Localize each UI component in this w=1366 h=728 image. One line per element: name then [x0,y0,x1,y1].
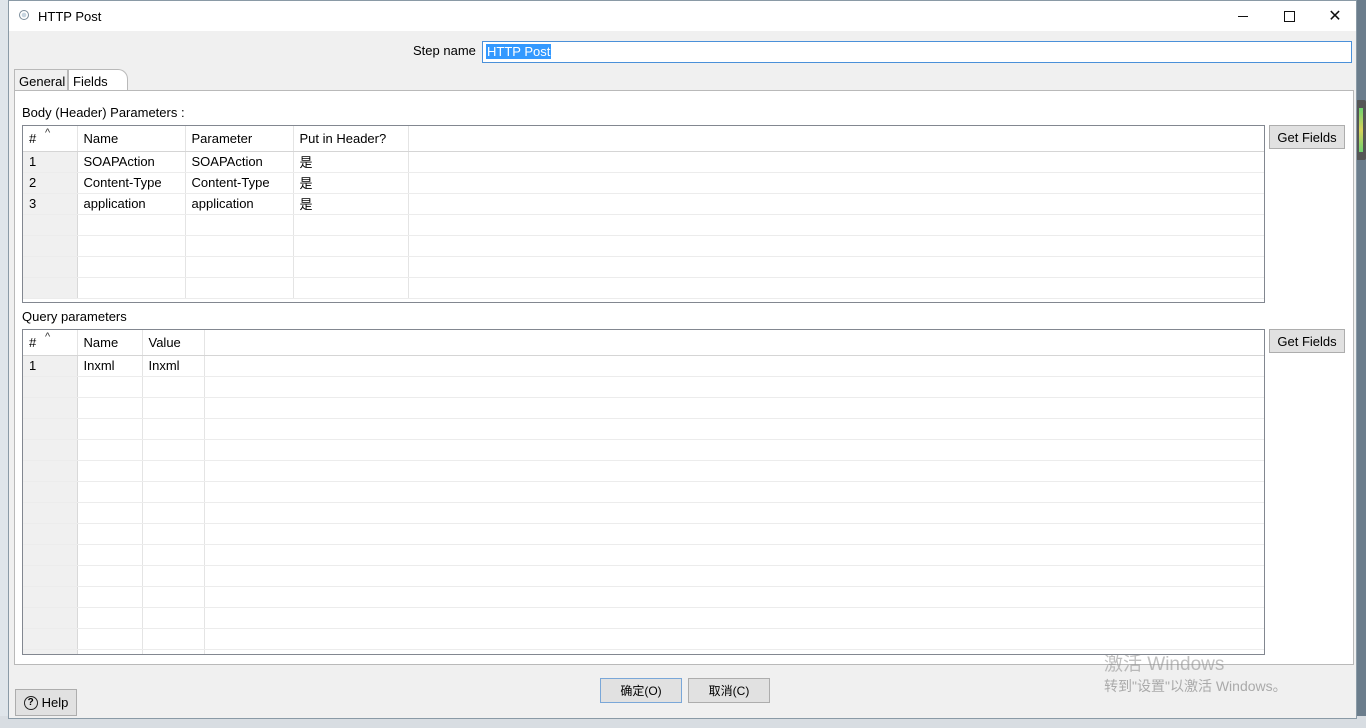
empty-row[interactable] [23,277,1264,299]
close-button[interactable]: ✕ [1312,1,1358,31]
cell-filler [408,151,1264,173]
empty-row[interactable] [23,586,1264,608]
empty-row[interactable] [23,397,1264,419]
column-header-name[interactable]: Name [77,126,186,152]
table-row[interactable]: 1 SOAPAction SOAPAction 是 [23,151,1264,173]
fields-tab-panel: Body (Header) Parameters : # ^ Name Param… [14,90,1354,665]
cell-parameter[interactable]: SOAPAction [185,151,294,173]
empty-row[interactable] [23,565,1264,587]
empty-row[interactable] [23,214,1264,236]
cell-put-in-header[interactable]: 是 [293,193,409,215]
cell-parameter[interactable]: application [185,193,294,215]
empty-row[interactable] [23,502,1264,524]
close-icon: ✕ [1328,8,1342,25]
help-label: Help [41,695,69,710]
empty-row[interactable] [23,544,1264,566]
column-header-name[interactable]: Name [77,330,143,356]
cancel-button[interactable]: 取消(C) [688,678,770,703]
column-header-number[interactable]: # ^ [23,126,78,152]
empty-row[interactable] [23,607,1264,629]
step-name-input[interactable]: HTTP Post [482,41,1352,63]
empty-row[interactable] [23,460,1264,482]
body-params-table[interactable]: # ^ Name Parameter Put in Header? 1 SOAPA… [22,125,1265,303]
query-params-table[interactable]: # ^ Name Value 1 Inxml Inxml [22,329,1265,655]
maximize-icon [1283,10,1295,22]
cell-name[interactable]: Inxml [77,355,143,377]
empty-row[interactable] [23,235,1264,257]
empty-row[interactable] [23,376,1264,398]
empty-row[interactable] [23,418,1264,440]
cell-name[interactable]: application [77,193,186,215]
tab-general[interactable]: General [14,69,68,91]
minimize-button[interactable] [1220,1,1266,31]
row-number: 1 [23,151,78,173]
column-header-filler [408,126,1264,152]
window-title: HTTP Post [38,9,102,24]
row-number: 3 [23,193,78,215]
column-header-parameter[interactable]: Parameter [185,126,294,152]
query-params-label: Query parameters [22,309,127,324]
table-row[interactable]: 3 application application 是 [23,193,1264,215]
empty-row[interactable] [23,628,1264,650]
cell-filler [408,172,1264,194]
column-header-put-in-header[interactable]: Put in Header? [293,126,409,152]
http-post-dialog: HTTP Post ✕ Step name HTTP Post General … [8,0,1357,719]
table-header-row: # ^ Name Value [23,330,1264,356]
empty-row[interactable] [23,256,1264,278]
cell-name[interactable]: SOAPAction [77,151,186,173]
empty-row[interactable] [23,439,1264,461]
step-name-label: Step name [413,43,476,58]
column-header-number[interactable]: # ^ [23,330,78,356]
step-name-value: HTTP Post [486,44,552,59]
row-number: 1 [23,355,78,377]
cell-value[interactable]: Inxml [142,355,205,377]
tab-fields[interactable]: Fields [68,69,128,91]
maximize-button[interactable] [1266,1,1312,31]
tab-fields-label: Fields [73,74,108,89]
app-icon [19,10,29,20]
cell-put-in-header[interactable]: 是 [293,172,409,194]
table-row[interactable]: 1 Inxml Inxml [23,355,1264,377]
cell-put-in-header[interactable]: 是 [293,151,409,173]
query-get-fields-button[interactable]: Get Fields [1269,329,1345,353]
activation-watermark-text: 转到"设置"以激活 Windows。 [1104,678,1287,694]
help-icon: ? [23,695,38,710]
cell-name[interactable]: Content-Type [77,172,186,194]
cell-filler [408,193,1264,215]
cell-parameter[interactable]: Content-Type [185,172,294,194]
sort-caret-icon: ^ [45,127,51,139]
tab-general-label: General [19,74,66,89]
column-header-filler [204,330,1264,356]
cell-filler [204,355,1264,377]
ok-button[interactable]: 确定(O) [600,678,682,703]
background-scrollbar [1356,100,1366,160]
sort-caret-icon: ^ [45,331,51,343]
title-bar: HTTP Post ✕ [9,1,1356,31]
body-params-label: Body (Header) Parameters : [22,105,185,120]
row-number: 2 [23,172,78,194]
empty-row[interactable] [23,523,1264,545]
table-row[interactable]: 2 Content-Type Content-Type 是 [23,172,1264,194]
empty-row[interactable] [23,481,1264,503]
background-app [0,0,8,728]
empty-row[interactable] [23,649,1264,654]
minimize-icon [1238,15,1248,17]
body-get-fields-button[interactable]: Get Fields [1269,125,1345,149]
column-header-value[interactable]: Value [142,330,205,356]
activation-watermark-title: 激活 Windows [1104,654,1225,675]
help-button[interactable]: ? Help [15,689,77,716]
table-header-row: # ^ Name Parameter Put in Header? [23,126,1264,152]
